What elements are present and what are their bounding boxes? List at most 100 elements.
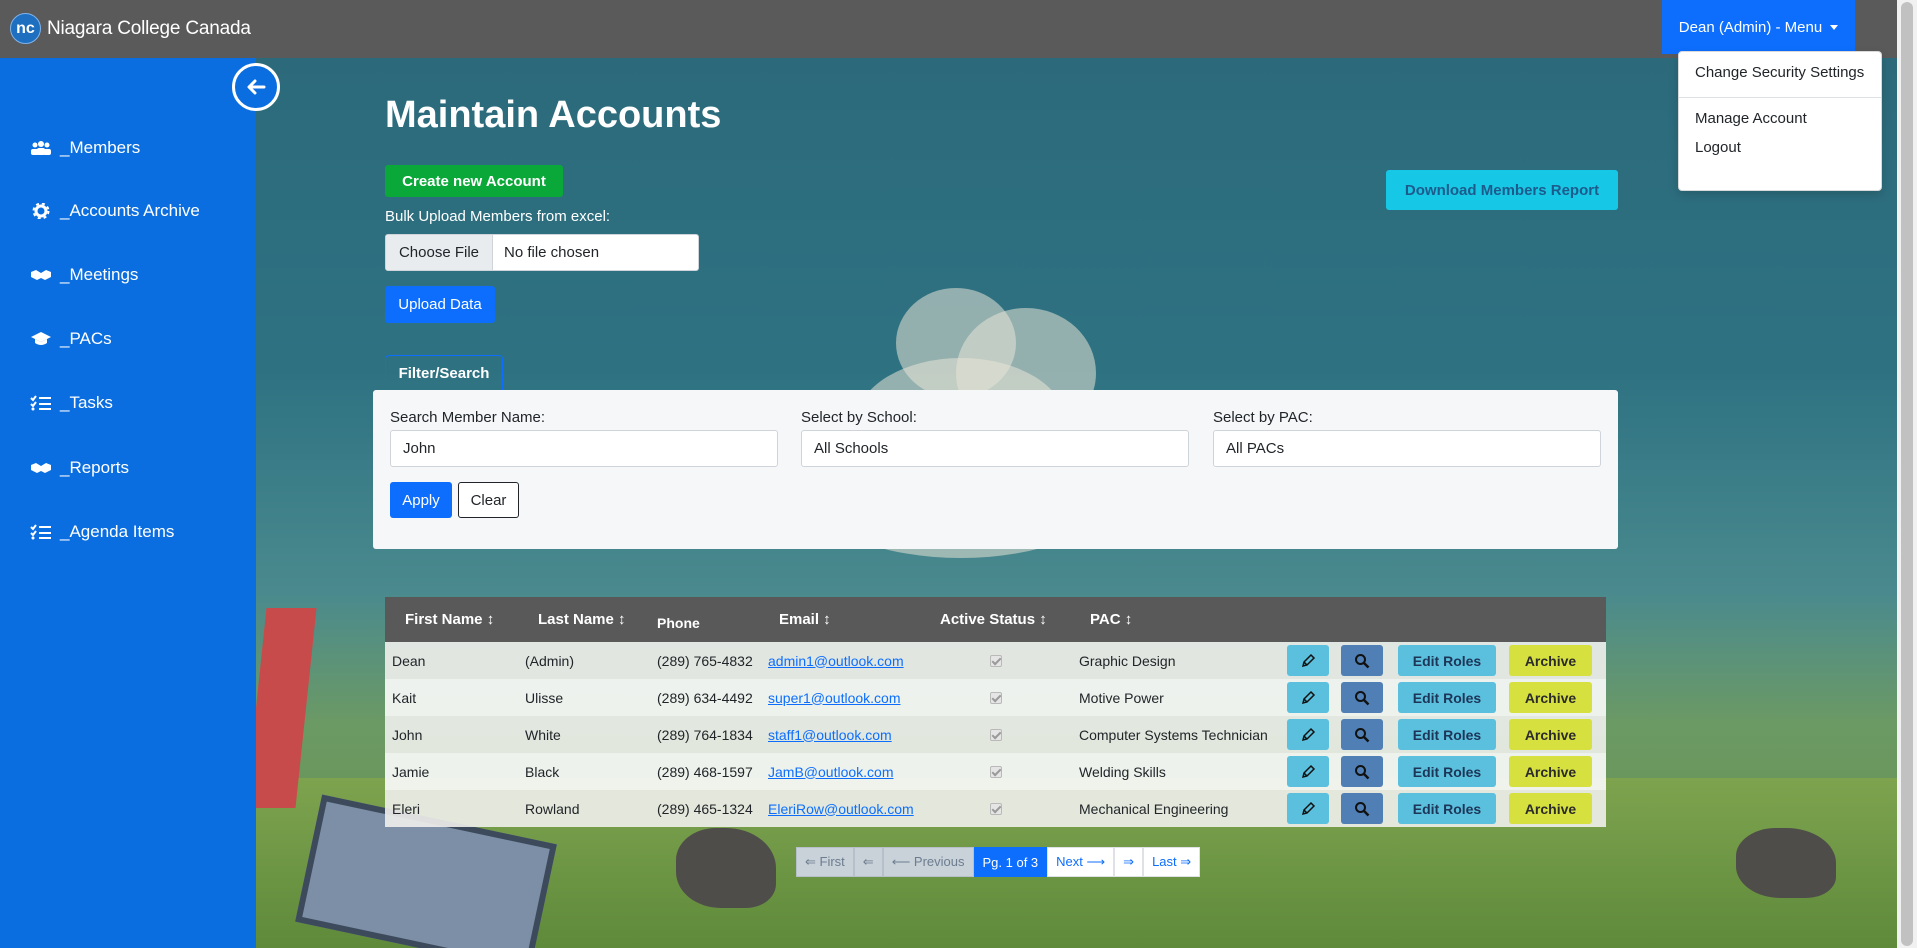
pencil-icon <box>1301 690 1316 704</box>
cell-first-name: John <box>392 726 423 743</box>
active-status-checkbox <box>990 691 1002 704</box>
sidebar-item-members[interactable]: _Members <box>30 138 140 158</box>
school-select[interactable]: All Schools <box>801 430 1189 467</box>
view-details-button[interactable] <box>1341 645 1383 676</box>
filter-panel: Search Member Name: John Select by Schoo… <box>373 390 1618 549</box>
pencil-icon <box>1301 801 1316 815</box>
edit-roles-button[interactable]: Edit Roles <box>1398 682 1496 713</box>
view-details-button[interactable] <box>1341 793 1383 824</box>
download-report-button[interactable]: Download Members Report <box>1386 170 1618 210</box>
page-previous-button[interactable]: ⟵ Previous <box>882 847 974 877</box>
cell-email-link[interactable]: JamB@outlook.com <box>768 764 893 780</box>
edit-button[interactable] <box>1287 756 1329 787</box>
cell-last-name: Ulisse <box>525 689 564 706</box>
table-row: John White (289) 764-1834 staff1@outlook… <box>385 716 1606 753</box>
edit-roles-button[interactable]: Edit Roles <box>1398 719 1496 750</box>
sidebar-item-agenda-items[interactable]: _Agenda Items <box>30 522 174 542</box>
page-title: Maintain Accounts <box>385 94 722 136</box>
sidebar-item-reports[interactable]: _Reports <box>30 458 129 478</box>
user-menu-button[interactable]: Dean (Admin) - Menu <box>1662 0 1855 54</box>
header-email[interactable]: Email ↕ <box>779 597 831 642</box>
arrow-left-icon <box>247 79 266 95</box>
sidebar <box>0 58 256 948</box>
page-next-arrow-button[interactable]: ⇒ <box>1114 847 1144 877</box>
archive-button[interactable]: Archive <box>1509 793 1592 824</box>
user-menu-label: Dean (Admin) - Menu <box>1678 18 1823 36</box>
header-pac[interactable]: PAC ↕ <box>1090 597 1132 642</box>
user-dropdown-menu: Change Security Settings Manage Account … <box>1678 51 1882 191</box>
cell-email-link[interactable]: EleriRow@outlook.com <box>768 801 914 817</box>
archive-button[interactable]: Archive <box>1509 682 1592 713</box>
users-icon <box>31 141 51 155</box>
create-account-button[interactable]: Create new Account <box>385 165 563 197</box>
menu-item-logout[interactable]: Logout <box>1695 139 1741 156</box>
search-icon <box>1355 690 1370 705</box>
edit-button[interactable] <box>1287 719 1329 750</box>
cell-phone: (289) 634-4492 <box>657 689 753 706</box>
sidebar-item-tasks[interactable]: _Tasks <box>30 393 113 413</box>
gear-icon <box>32 203 50 219</box>
top-navbar: nc Niagara College Canada <box>0 0 1897 58</box>
cell-last-name: White <box>525 726 561 743</box>
pac-select[interactable]: All PACs <box>1213 430 1601 467</box>
table-row: Kait Ulisse (289) 634-4492 super1@outloo… <box>385 679 1606 716</box>
sidebar-item-label: _Tasks <box>60 393 113 412</box>
cell-last-name: Rowland <box>525 800 580 817</box>
cell-email-link[interactable]: staff1@outlook.com <box>768 727 892 743</box>
cell-last-name: Black <box>525 763 560 780</box>
page-first-button[interactable]: ⇐ First <box>796 847 854 877</box>
list-check-icon <box>30 395 51 411</box>
sidebar-collapse-button[interactable] <box>232 63 280 111</box>
archive-button[interactable]: Archive <box>1509 719 1592 750</box>
menu-item-manage-account[interactable]: Manage Account <box>1695 110 1807 127</box>
choose-file-button[interactable]: Choose File <box>386 235 493 270</box>
pencil-icon <box>1301 727 1316 741</box>
cell-phone: (289) 765-4832 <box>657 652 753 669</box>
active-status-checkbox <box>990 802 1002 815</box>
edit-button[interactable] <box>1287 793 1329 824</box>
cell-first-name: Kait <box>392 689 417 706</box>
archive-button[interactable]: Archive <box>1509 756 1592 787</box>
header-phone: Phone <box>657 614 700 631</box>
sidebar-item-meetings[interactable]: _Meetings <box>30 265 138 285</box>
page-next-button[interactable]: Next ⟶ <box>1047 847 1115 877</box>
edit-button[interactable] <box>1287 645 1329 676</box>
file-input[interactable]: Choose File No file chosen <box>385 234 699 271</box>
edit-roles-button[interactable]: Edit Roles <box>1398 756 1496 787</box>
view-details-button[interactable] <box>1341 682 1383 713</box>
cell-pac: Motive Power <box>1079 689 1164 706</box>
sidebar-item-label: _Meetings <box>60 265 139 284</box>
sidebar-item-accounts-archive[interactable]: _Accounts Archive <box>30 201 200 221</box>
search-name-label: Search Member Name: <box>390 409 546 426</box>
view-details-button[interactable] <box>1341 756 1383 787</box>
sidebar-item-label: _Reports <box>60 458 129 477</box>
page-scrollbar[interactable] <box>1897 0 1917 948</box>
header-active-status[interactable]: Active Status ↕ <box>940 597 1047 642</box>
edit-button[interactable] <box>1287 682 1329 713</box>
page-last-button[interactable]: Last ⇒ <box>1143 847 1201 877</box>
menu-item-change-security[interactable]: Change Security Settings <box>1695 64 1864 81</box>
header-last-name[interactable]: Last Name ↕ <box>538 597 626 642</box>
page-prev-arrow-button[interactable]: ⇐ <box>853 847 883 877</box>
cell-pac: Mechanical Engineering <box>1079 800 1229 817</box>
upload-data-button[interactable]: Upload Data <box>385 286 495 323</box>
cell-email-link[interactable]: super1@outlook.com <box>768 690 901 706</box>
header-first-name[interactable]: First Name ↕ <box>405 597 494 642</box>
cell-pac: Graphic Design <box>1079 652 1176 669</box>
apply-button[interactable]: Apply <box>390 482 452 518</box>
search-icon <box>1355 801 1370 816</box>
cell-pac: Computer Systems Technician <box>1079 726 1268 743</box>
edit-roles-button[interactable]: Edit Roles <box>1398 645 1496 676</box>
tab-filter-search[interactable]: Filter/Search <box>385 355 503 390</box>
cell-last-name: (Admin) <box>525 652 575 669</box>
edit-roles-button[interactable]: Edit Roles <box>1398 793 1496 824</box>
table-row: Dean (Admin) (289) 765-4832 admin1@outlo… <box>385 642 1606 679</box>
archive-button[interactable]: Archive <box>1509 645 1592 676</box>
search-name-input[interactable]: John <box>390 430 778 467</box>
view-details-button[interactable] <box>1341 719 1383 750</box>
clear-button[interactable]: Clear <box>458 482 519 518</box>
brand[interactable]: nc Niagara College Canada <box>10 13 251 44</box>
cell-email-link[interactable]: admin1@outlook.com <box>768 653 904 669</box>
sidebar-item-label: _PACs <box>60 329 112 348</box>
sidebar-item-pacs[interactable]: _PACs <box>30 329 112 349</box>
